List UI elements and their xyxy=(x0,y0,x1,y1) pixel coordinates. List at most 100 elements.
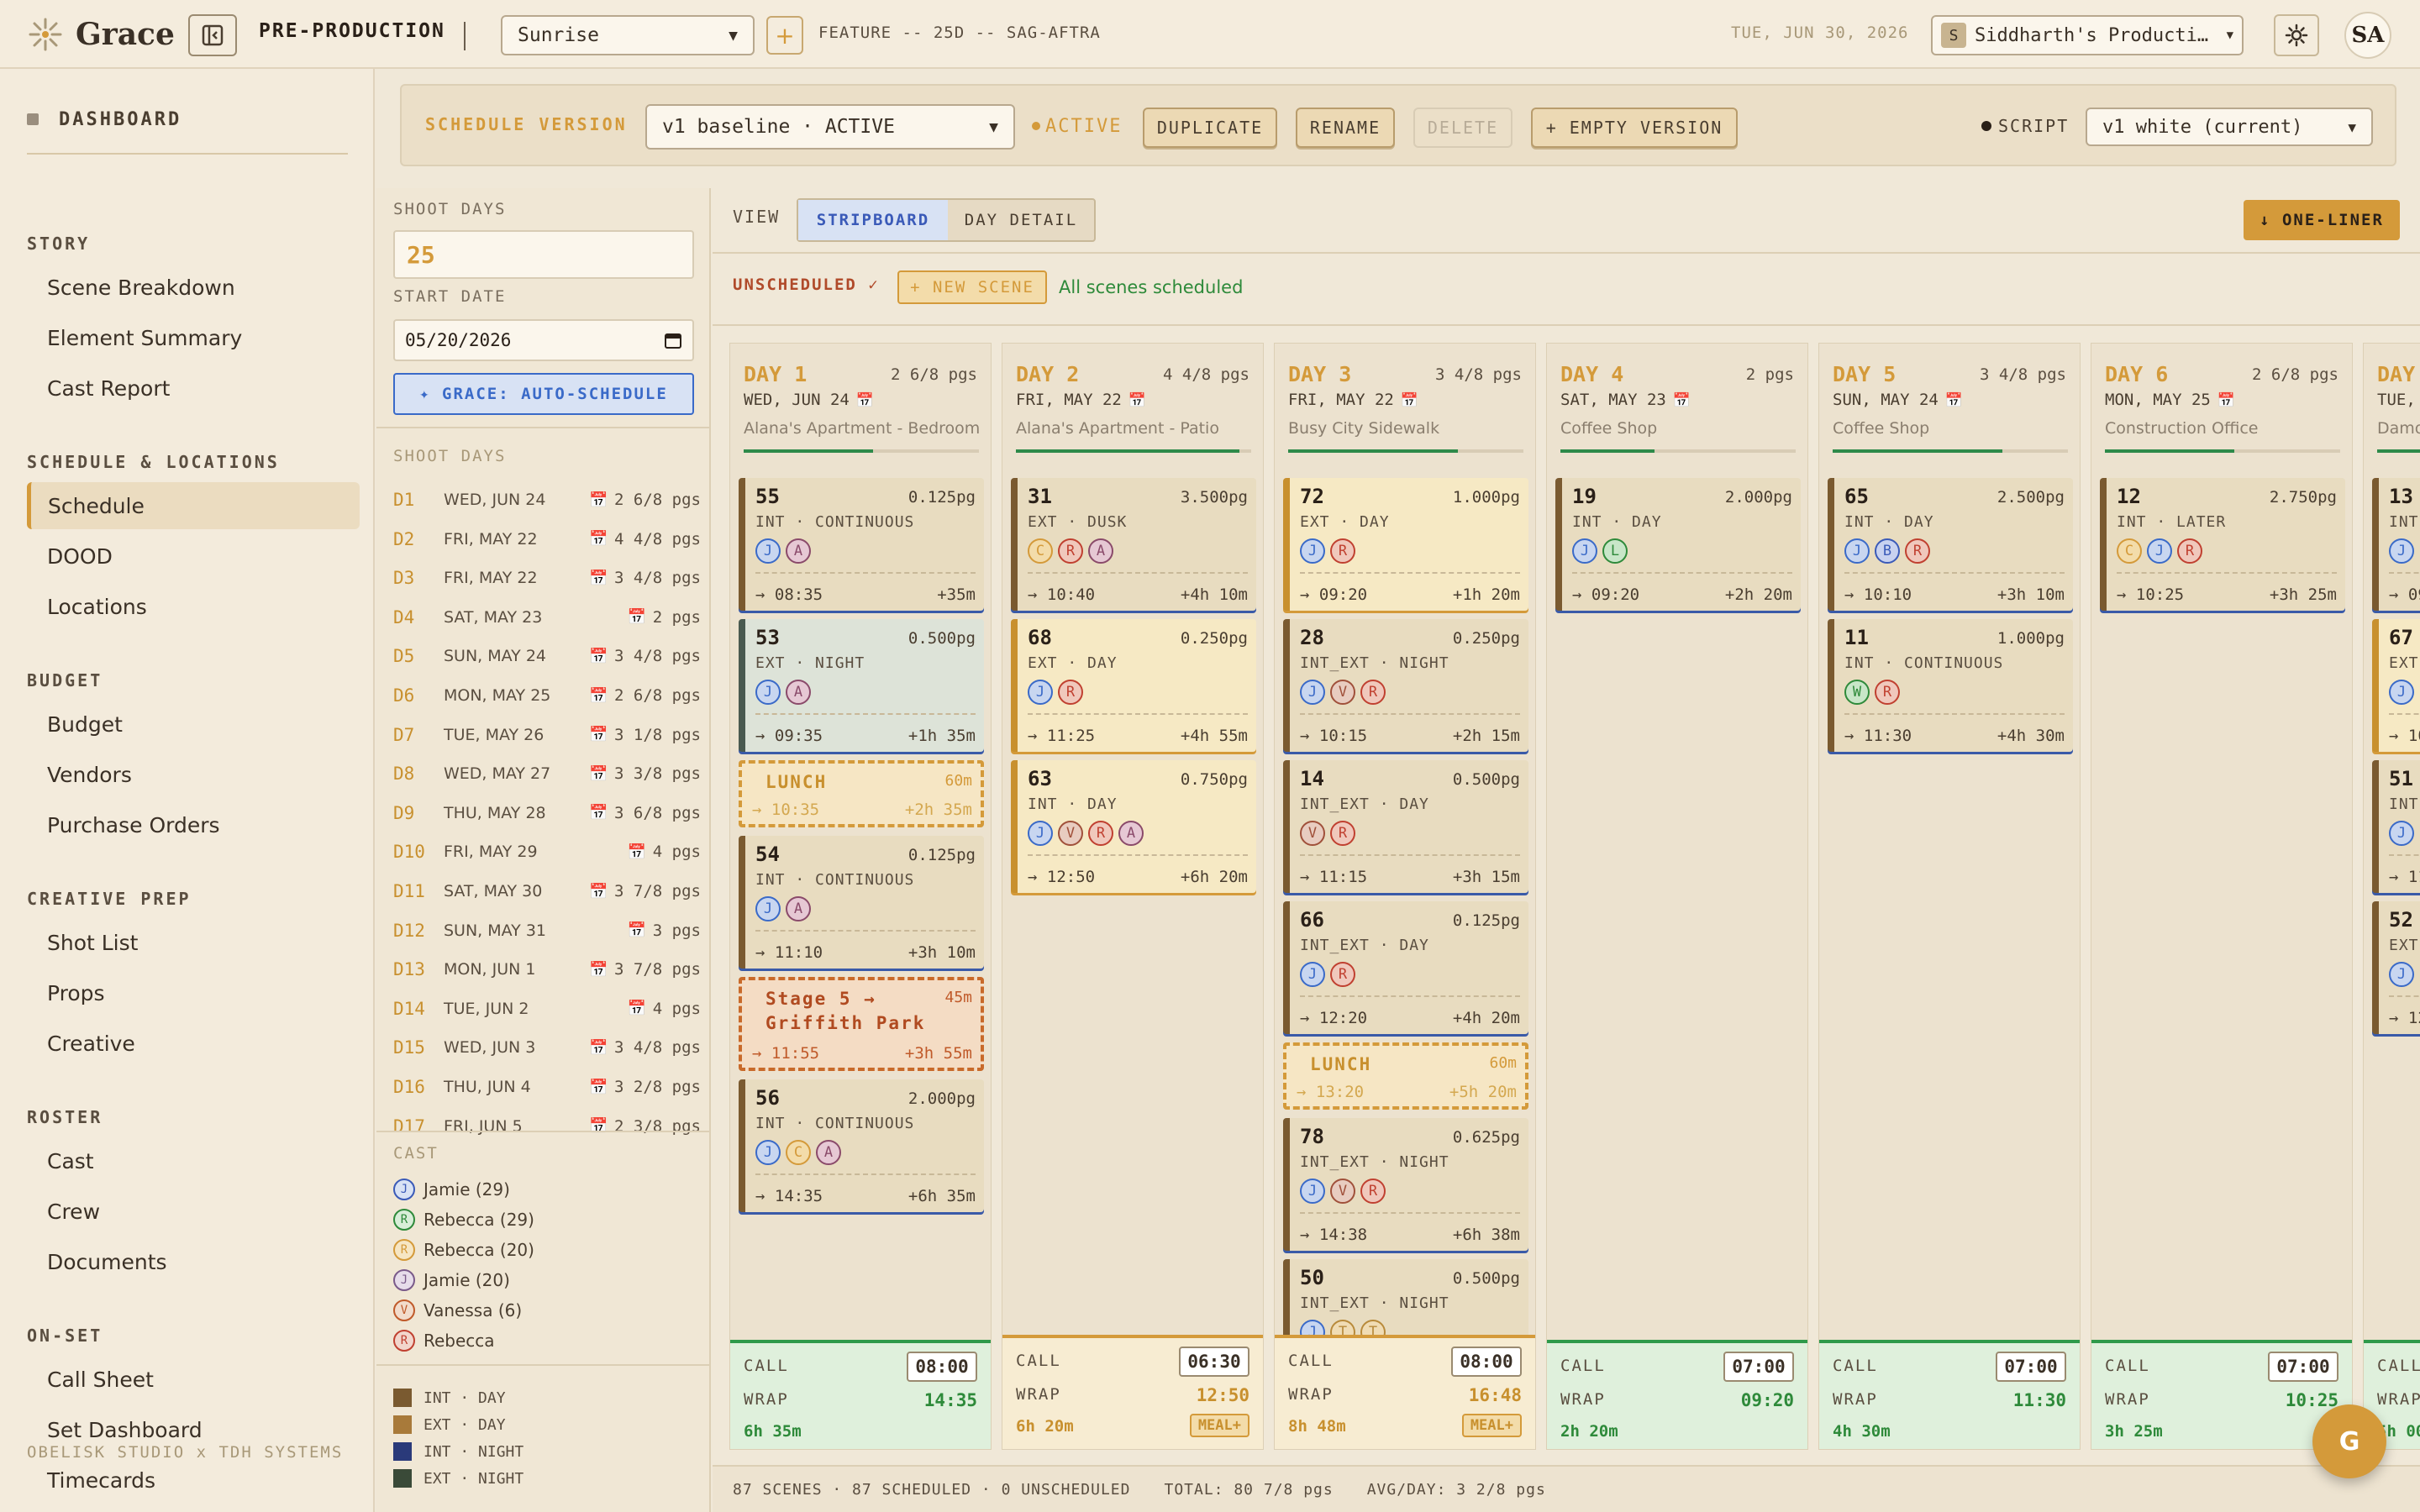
sidebar-item-budget[interactable]: Budget xyxy=(27,701,360,748)
scene-strip[interactable]: 68 0.250pg EXT · DAY J R → 11:25 +4h 55m xyxy=(1011,619,1256,752)
shoot-day-row[interactable]: D15 WED, JUN 3 📅 3 4/8 pgs xyxy=(393,1028,701,1067)
scene-strip[interactable]: 670.250pgEXT · DAYJ→ 10:00+2h xyxy=(2372,619,2420,752)
calendar-icon[interactable]: 📅 xyxy=(2217,392,2235,409)
shoot-day-row[interactable]: D4 SAT, MAY 23 📅 2 pgs xyxy=(393,598,701,637)
calendar-icon[interactable]: 📅 xyxy=(1945,392,1963,409)
schedule-version-select[interactable]: v1 baseline · ACTIVE ▼ xyxy=(645,104,1015,150)
shoot-days-input[interactable]: 25 xyxy=(393,230,694,279)
sidebar-item-call-sheet[interactable]: Call Sheet xyxy=(27,1356,360,1403)
shoot-day-row[interactable]: D13 MON, JUN 1 📅 3 7/8 pgs xyxy=(393,950,701,989)
shoot-day-row[interactable]: D10 FRI, MAY 29 📅 4 pgs xyxy=(393,832,701,871)
calendar-icon[interactable]: 📅 xyxy=(1401,392,1418,409)
day-header[interactable]: DAY 2 4 4/8 pgs FRI, MAY 22 📅 Alana's Apartm… xyxy=(1002,344,1263,478)
day-header[interactable]: DAY 6 2 6/8 pgs MON, MAY 25 📅 Construction O… xyxy=(2091,344,2352,478)
scene-strip[interactable]: 53 0.500pg EXT · NIGHT J A → 09:35 +1h 35m xyxy=(739,619,984,752)
sidebar-item-locations[interactable]: Locations xyxy=(27,583,360,630)
scene-strip[interactable]: 19 2.000pg INT · DAY J L → 09:20 +2h 20m xyxy=(1555,478,1801,611)
grace-assistant-button[interactable]: G xyxy=(2312,1404,2386,1478)
calendar-icon[interactable]: 📅 xyxy=(1128,392,1146,409)
cast-row[interactable]: J Jamie (20) xyxy=(393,1265,510,1295)
script-select[interactable]: v1 white (current) ▼ xyxy=(2086,108,2373,146)
day-header[interactable]: DAY 4 2 pgs SAT, MAY 23 📅 Coffee Shop xyxy=(1547,344,1807,478)
cast-row[interactable]: V Vanessa (6) xyxy=(393,1295,522,1326)
calendar-icon[interactable] xyxy=(664,331,682,349)
company-select[interactable]: S Siddharth's Producti… ▼ xyxy=(1931,15,2244,55)
rename-button[interactable]: RENAME xyxy=(1296,108,1395,148)
delete-button[interactable]: DELETE xyxy=(1413,108,1512,148)
day-header[interactable]: DAY 73 1/8 pgsTUE, MAY 26📅Damon's Apartm… xyxy=(2364,344,2420,478)
day-header[interactable]: DAY 1 2 6/8 pgs WED, JUN 24 📅 Alana's Apartm… xyxy=(730,344,991,478)
call-time-input[interactable]: 06:30 xyxy=(1179,1347,1249,1377)
shoot-day-row[interactable]: D7 TUE, MAY 26 📅 3 1/8 pgs xyxy=(393,716,701,754)
cast-row[interactable]: R Rebecca (29) xyxy=(393,1205,534,1235)
scene-strip[interactable]: 521.375pgEXT · NIGHTJ→ 12:00+4h xyxy=(2372,901,2420,1034)
scene-strip[interactable]: 63 0.750pg INT · DAY J V R A → 12:50 +6h 20m xyxy=(1011,760,1256,893)
day-header[interactable]: DAY 5 3 4/8 pgs SUN, MAY 24 📅 Coffee Shop xyxy=(1819,344,2080,478)
sidebar-item-creative[interactable]: Creative xyxy=(27,1020,360,1067)
company-move-strip[interactable]: Stage 5 → Griffith Park 45m → 11:55 +3h 55m xyxy=(739,977,984,1071)
scene-strip[interactable]: 511.000pgINT · NIGHTJ→ 11:00+3h xyxy=(2372,760,2420,893)
scene-strip[interactable]: 28 0.250pg INT_EXT · NIGHT J V R → 10:15 +2h 15… xyxy=(1283,619,1528,752)
sidebar-item-props[interactable]: Props xyxy=(27,969,360,1016)
cast-row[interactable]: R Rebecca (20) xyxy=(393,1235,534,1265)
brand[interactable]: Grace xyxy=(25,13,175,55)
shoot-day-row[interactable]: D3 FRI, MAY 22 📅 3 4/8 pgs xyxy=(393,559,701,597)
scene-strip[interactable]: 130.500pgINT · DAYJ→ 09:00+1h xyxy=(2372,478,2420,611)
scene-strip[interactable]: 11 1.000pg INT · CONTINUOUS W R → 11:30 +4h 30… xyxy=(1828,619,2073,752)
shoot-day-row[interactable]: D14 TUE, JUN 2 📅 4 pgs xyxy=(393,990,701,1028)
shoot-day-row[interactable]: D11 SAT, MAY 30 📅 3 7/8 pgs xyxy=(393,872,701,911)
user-avatar[interactable]: SA xyxy=(2344,12,2391,59)
sidebar-item-cast[interactable]: Cast xyxy=(27,1137,360,1184)
scene-strip[interactable]: 54 0.125pg INT · CONTINUOUS J A → 11:10 +3h 10… xyxy=(739,836,984,969)
cast-row[interactable]: R Rebecca xyxy=(393,1326,495,1356)
shoot-day-row[interactable]: D5 SUN, MAY 24 📅 3 4/8 pgs xyxy=(393,637,701,675)
call-time-input[interactable]: 07:00 xyxy=(2268,1352,2338,1382)
sidebar-item-purchase-orders[interactable]: Purchase Orders xyxy=(27,801,360,848)
auto-schedule-button[interactable]: ✦ GRACE: AUTO-SCHEDULE xyxy=(393,373,694,415)
sidebar-item-crew[interactable]: Crew xyxy=(27,1188,360,1235)
start-date-input[interactable]: 05/20/2026 xyxy=(393,319,694,361)
shoot-day-row[interactable]: D17 FRI, JUN 5 📅 2 3/8 pgs xyxy=(393,1107,701,1146)
sidebar-item-shot-list[interactable]: Shot List xyxy=(27,919,360,966)
new-scene-button[interactable]: + NEW SCENE xyxy=(897,270,1047,304)
calendar-icon[interactable]: 📅 xyxy=(856,392,874,409)
shoot-day-row[interactable]: D6 MON, MAY 25 📅 2 6/8 pgs xyxy=(393,676,701,715)
calendar-icon[interactable]: 📅 xyxy=(1673,392,1691,409)
call-time-input[interactable]: 07:00 xyxy=(1723,1352,1794,1382)
shoot-day-row[interactable]: D1 WED, JUN 24 📅 2 6/8 pgs xyxy=(393,480,701,519)
empty-version-button[interactable]: + EMPTY VERSION xyxy=(1531,108,1738,148)
scene-strip[interactable]: 31 3.500pg EXT · DUSK C R A → 10:40 +4h 10m xyxy=(1011,478,1256,611)
sidebar-item-cast-report[interactable]: Cast Report xyxy=(27,365,360,412)
shoot-day-row[interactable]: D16 THU, JUN 4 📅 3 2/8 pgs xyxy=(393,1068,701,1106)
meal-break-strip[interactable]: LUNCH 60m → 13:20 +5h 20m xyxy=(1283,1042,1528,1110)
scene-strip[interactable]: 65 2.500pg INT · DAY J B R → 10:10 +3h 10m xyxy=(1828,478,2073,611)
sidebar-item-dashboard[interactable]: DASHBOARD xyxy=(27,102,182,136)
project-select[interactable]: Sunrise ▼ xyxy=(501,15,755,55)
sidebar-item-scene-breakdown[interactable]: Scene Breakdown xyxy=(27,264,360,311)
sidebar-item-schedule[interactable]: Schedule xyxy=(27,482,360,529)
sidebar-item-documents[interactable]: Documents xyxy=(27,1238,360,1285)
scene-strip[interactable]: 55 0.125pg INT · CONTINUOUS J A → 08:35 +35m xyxy=(739,478,984,611)
tab-stripboard[interactable]: STRIPBOARD xyxy=(798,200,948,240)
scene-strip[interactable]: 14 0.500pg INT_EXT · DAY V R → 11:15 +3h 15m xyxy=(1283,760,1528,893)
cast-row[interactable]: J Jamie (29) xyxy=(393,1174,510,1205)
duplicate-button[interactable]: DUPLICATE xyxy=(1143,108,1277,148)
shoot-day-row[interactable]: D8 WED, MAY 27 📅 3 3/8 pgs xyxy=(393,754,701,793)
scene-strip[interactable]: 66 0.125pg INT_EXT · DAY J R → 12:20 +4h 20m xyxy=(1283,901,1528,1034)
shoot-day-row[interactable]: D12 SUN, MAY 31 📅 3 pgs xyxy=(393,911,701,950)
add-project-button[interactable]: + xyxy=(766,16,803,55)
collapse-sidebar-button[interactable] xyxy=(188,14,237,56)
settings-button[interactable] xyxy=(2274,14,2319,56)
sidebar-item-dood[interactable]: DOOD xyxy=(27,533,360,580)
shoot-day-row[interactable]: D9 THU, MAY 28 📅 3 6/8 pgs xyxy=(393,794,701,832)
scene-strip[interactable]: 72 1.000pg EXT · DAY J R → 09:20 +1h 20m xyxy=(1283,478,1528,611)
call-time-input[interactable]: 07:00 xyxy=(1996,1352,2066,1382)
day-header[interactable]: DAY 3 3 4/8 pgs FRI, MAY 22 📅 Busy City Side… xyxy=(1275,344,1535,478)
scene-strip[interactable]: 56 2.000pg INT · CONTINUOUS J C A → 14:35 +6h 3… xyxy=(739,1079,984,1212)
shoot-day-row[interactable]: D2 FRI, MAY 22 📅 4 4/8 pgs xyxy=(393,520,701,559)
sidebar-item-vendors[interactable]: Vendors xyxy=(27,751,360,798)
sidebar-item-element-summary[interactable]: Element Summary xyxy=(27,314,360,361)
one-liner-button[interactable]: ↓ ONE-LINER xyxy=(2244,200,2400,240)
meal-break-strip[interactable]: LUNCH 60m → 10:35 +2h 35m xyxy=(739,760,984,827)
scene-strip[interactable]: 78 0.625pg INT_EXT · NIGHT J V R → 14:38 +6h 38… xyxy=(1283,1118,1528,1251)
